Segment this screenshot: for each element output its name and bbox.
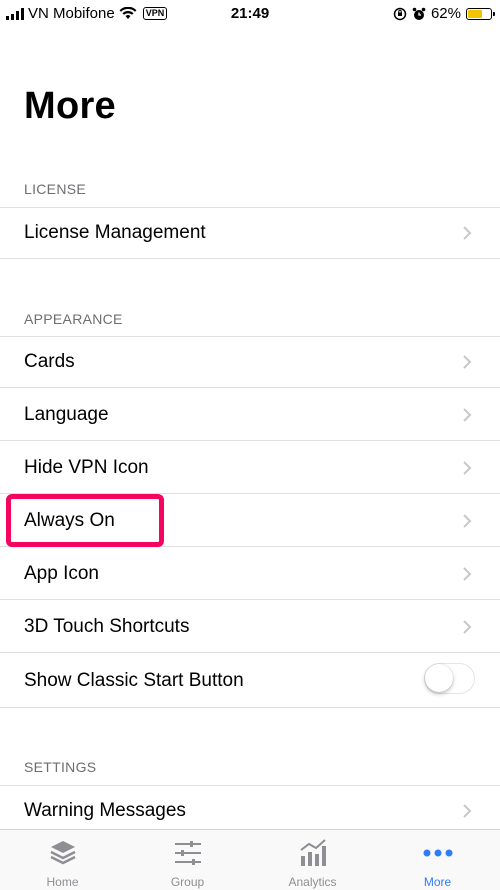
more-screen: More LICENSE License Management APPEARAN… — [0, 28, 500, 829]
status-bar: VN Mobifone VPN 21:49 62% — [0, 0, 500, 28]
sliders-icon — [174, 841, 201, 865]
row-label: Hide VPN Icon — [24, 456, 149, 478]
row-hide-vpn-icon[interactable]: Hide VPN Icon — [0, 442, 500, 494]
tab-more[interactable]: More — [375, 830, 500, 890]
row-label: Show Classic Start Button — [24, 669, 244, 691]
tab-label: Analytics — [288, 875, 337, 889]
orientation-lock-icon — [393, 7, 407, 20]
more-dots-icon — [423, 849, 452, 857]
alarm-icon — [412, 7, 426, 20]
tab-home[interactable]: Home — [0, 830, 125, 890]
chevron-right-icon — [463, 460, 472, 475]
tab-label: More — [423, 875, 452, 889]
row-label: App Icon — [24, 562, 99, 584]
page-title: More — [24, 85, 116, 127]
row-app-icon[interactable]: App Icon — [0, 548, 500, 600]
analytics-icon — [299, 839, 326, 866]
toggle-knob — [425, 664, 453, 692]
chevron-right-icon — [463, 513, 472, 528]
section-header-appearance: APPEARANCE — [24, 311, 123, 327]
row-label: 3D Touch Shortcuts — [24, 615, 190, 637]
status-right: 62% — [393, 5, 495, 22]
chevron-right-icon — [463, 407, 472, 422]
classic-start-toggle[interactable] — [424, 663, 475, 694]
battery-percent: 62% — [430, 5, 461, 22]
layers-icon — [49, 841, 76, 865]
chevron-right-icon — [463, 619, 472, 634]
section-header-license: LICENSE — [24, 181, 87, 197]
highlight-box — [6, 494, 164, 547]
chevron-right-icon — [463, 804, 472, 818]
row-label: License Management — [24, 222, 206, 243]
row-3d-touch-shortcuts[interactable]: 3D Touch Shortcuts — [0, 601, 500, 653]
row-cards[interactable]: Cards — [0, 336, 500, 388]
row-show-classic-start-button: Show Classic Start Button — [0, 654, 500, 708]
row-label: Warning Messages — [24, 800, 186, 821]
chevron-right-icon — [463, 566, 472, 581]
tab-analytics[interactable]: Analytics — [250, 830, 375, 890]
tab-label: Home — [46, 875, 79, 889]
row-language[interactable]: Language — [0, 389, 500, 441]
row-label: Language — [24, 403, 109, 425]
tab-bar: Home Group Analytics More — [0, 829, 500, 890]
row-license-management[interactable]: License Management — [0, 207, 500, 259]
tab-label: Group — [170, 875, 205, 889]
section-header-settings: SETTINGS — [24, 759, 97, 775]
row-warning-messages[interactable]: Warning Messages — [0, 785, 500, 829]
chevron-right-icon — [463, 226, 472, 240]
tab-group[interactable]: Group — [125, 830, 250, 890]
battery-icon — [466, 7, 495, 20]
chevron-right-icon — [463, 355, 472, 369]
row-label: Cards — [24, 351, 75, 372]
